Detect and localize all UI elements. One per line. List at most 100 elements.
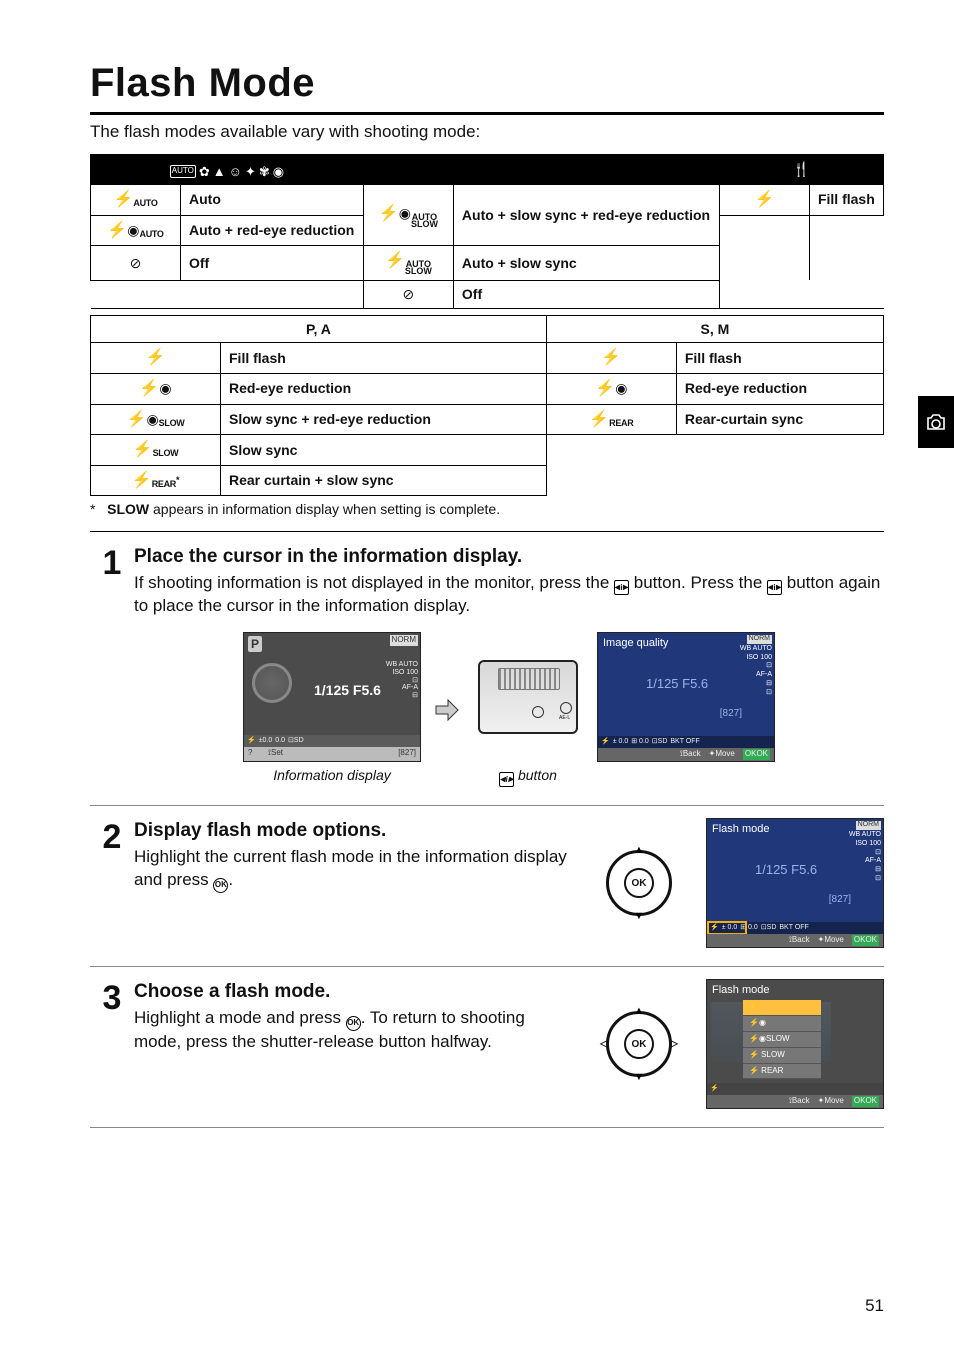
- step-number: 1: [90, 544, 134, 787]
- off-icon: ⊘: [403, 286, 415, 302]
- strip-item: ⊞ 0.0: [740, 923, 758, 933]
- multi-selector-graphic: OK: [584, 818, 694, 948]
- cell-icon-autoslow: ⚡AUTOSLOW: [363, 246, 453, 280]
- cell-label: Auto + slow sync: [453, 246, 719, 280]
- cell-icon-bolt-rear-star: ⚡REAR*: [91, 465, 221, 496]
- text-part: Highlight a mode and press: [134, 1008, 346, 1027]
- header-night-portrait: [363, 154, 719, 184]
- scene-mode-icons: AUTO ✿▲☺✦✾◉: [170, 163, 284, 181]
- night-portrait-icon: [535, 163, 548, 178]
- info-strip-highlighted: ⚡ ± 0.0 ⊞ 0.0 ⊡SD BKT OFF: [707, 922, 883, 934]
- cell-icon-bolt: ⚡: [546, 343, 676, 374]
- footnote-rest: appears in information display when sett…: [149, 501, 500, 517]
- strip-item: ⚡: [710, 923, 719, 933]
- text-part: Highlight the current flash mode in the …: [134, 847, 567, 889]
- strip-item: ±0.0: [259, 736, 273, 746]
- camera-icon: [925, 413, 947, 432]
- list-item: ⚡◉: [743, 1016, 821, 1032]
- info-bottom-bar: ? ⟟Set [827]: [244, 747, 420, 761]
- aperture-ring-graphic: [252, 663, 292, 703]
- screen-title: Image quality: [603, 636, 668, 651]
- caption-text: button: [514, 767, 557, 783]
- multi-selector: OK: [606, 850, 672, 916]
- info-button-icon: i: [499, 772, 514, 787]
- strip-item: ⚡: [601, 737, 610, 747]
- step1-illustrations: P 1/125 F5.6 NORM WB AUTOISO 100⊡AF-A⊟ ⚡…: [134, 632, 884, 787]
- page-title: Flash Mode: [90, 56, 884, 115]
- ok-center: OK: [624, 868, 654, 898]
- flash-mode-table-bottom: P, A S, M ⚡ Fill flash ⚡ Fill flash ⚡◉ R…: [90, 315, 884, 497]
- ok-label: OK: [756, 749, 768, 758]
- ok-label: OK: [865, 935, 877, 944]
- cell-icon-off: ⊘: [363, 280, 453, 308]
- cell-label: Fill flash: [809, 185, 883, 216]
- move-label: Move: [824, 1096, 844, 1105]
- off-icon: ⊘: [130, 255, 142, 271]
- info-strip: ⚡ ±0.0 0.0 ⊡SD: [244, 735, 420, 747]
- screen-title: Flash mode: [712, 983, 769, 998]
- ael-button-graphic: [560, 702, 572, 714]
- cell-label: Red-eye reduction: [221, 374, 547, 405]
- step-text: Highlight a mode and press OK. To return…: [134, 1007, 572, 1054]
- cell-label: Fill flash: [221, 343, 547, 374]
- move-label: Move: [824, 935, 844, 944]
- flash-mode-menu-screen: Flash mode ⚡ ⚡◉ ⚡◉SLOW ⚡ SLOW ⚡ REAR ⚡ ⟟…: [706, 979, 884, 1109]
- step-3: 3 Choose a flash mode. Highlight a mode …: [90, 967, 884, 1128]
- shots-remaining: [827]: [398, 748, 416, 760]
- mode-p: P: [248, 636, 262, 652]
- cell-label: Auto + red-eye reduction: [181, 215, 364, 246]
- shutter-aperture: 1/125 F5.6: [755, 861, 817, 879]
- list-item: ⚡◉SLOW: [743, 1032, 821, 1048]
- ok-button-icon: OK: [346, 1016, 361, 1031]
- list-item: ⚡: [743, 1000, 821, 1016]
- viewfinder-graphic: [498, 668, 560, 690]
- back-label: Back: [792, 935, 810, 944]
- info-display-screen: P 1/125 F5.6 NORM WB AUTOISO 100⊡AF-A⊟ ⚡…: [243, 632, 421, 762]
- food-icon: 🍴: [793, 161, 810, 177]
- header-food: 🍴: [719, 154, 883, 184]
- quality-norm: NORM: [390, 635, 418, 646]
- right-settings: NORMWB AUTOISO 100⊡AF-A⊟⊡: [849, 821, 881, 883]
- step-title: Display flash mode options.: [134, 818, 572, 844]
- cell-icon-off: ⊘: [91, 246, 181, 280]
- strip-item: ± 0.0: [722, 923, 738, 933]
- cell-label: Rear curtain + slow sync: [221, 465, 547, 496]
- step-number: 2: [90, 818, 134, 948]
- help-glyph: ?: [248, 748, 252, 757]
- strip-item: ⚡: [247, 736, 256, 746]
- step-title: Choose a flash mode.: [134, 979, 572, 1005]
- step-title: Place the cursor in the information disp…: [134, 544, 884, 570]
- step-2: 2 Display flash mode options. Highlight …: [90, 806, 884, 967]
- cell-label: Slow sync + red-eye reduction: [221, 404, 547, 435]
- image-quality-screen: Image quality 1/125 F5.6 [827] NORMWB AU…: [597, 632, 775, 762]
- back-label: Back: [683, 749, 701, 758]
- cell-icon-autoslow-eye: ⚡◉AUTOSLOW: [363, 185, 453, 246]
- header-scene-modes: AUTO ✿▲☺✦✾◉: [91, 154, 364, 184]
- cell-label: Off: [181, 246, 364, 280]
- cell-icon-bolt-rear: ⚡REAR: [546, 404, 676, 435]
- strip-item: BKT OFF: [670, 737, 699, 747]
- cell-label: Auto + slow sync + red-eye reduction: [453, 185, 719, 246]
- shots-remaining: [827]: [829, 893, 851, 907]
- ok-center: OK: [624, 1029, 654, 1059]
- step-text: If shooting information is not displayed…: [134, 572, 884, 618]
- text-part: If shooting information is not displayed…: [134, 573, 614, 592]
- camera-back-graphic: [473, 632, 583, 762]
- info-strip: ⚡ ± 0.0 ⊞ 0.0 ⊡SD BKT OFF: [598, 736, 774, 748]
- strip-item: ⊡SD: [288, 736, 304, 746]
- flash-mode-table-top: AUTO ✿▲☺✦✾◉ 🍴 ⚡AUTO Auto ⚡◉AUTOSLOW Auto…: [90, 154, 884, 309]
- info-button-icon: i: [767, 580, 782, 595]
- cell-icon-auto: ⚡AUTO: [91, 185, 181, 216]
- header-sm: S, M: [546, 315, 883, 343]
- flash-mode-screen: Flash mode 1/125 F5.6 [827] NORMWB AUTOI…: [706, 818, 884, 948]
- text-part: button. Press the: [629, 573, 767, 592]
- step-number: 3: [90, 979, 134, 1109]
- ok-button-icon: OK: [213, 878, 228, 893]
- caption-info-display: Information display: [243, 766, 421, 785]
- bottom-bar: ⟟Back ✦Move OKOK: [598, 748, 774, 761]
- side-tab: [918, 396, 954, 448]
- item-label: ⚡: [749, 1002, 759, 1013]
- footnote-bold: SLOW: [107, 501, 149, 517]
- cell-label: Slow sync: [221, 435, 547, 466]
- list-item: ⚡ SLOW: [743, 1048, 821, 1064]
